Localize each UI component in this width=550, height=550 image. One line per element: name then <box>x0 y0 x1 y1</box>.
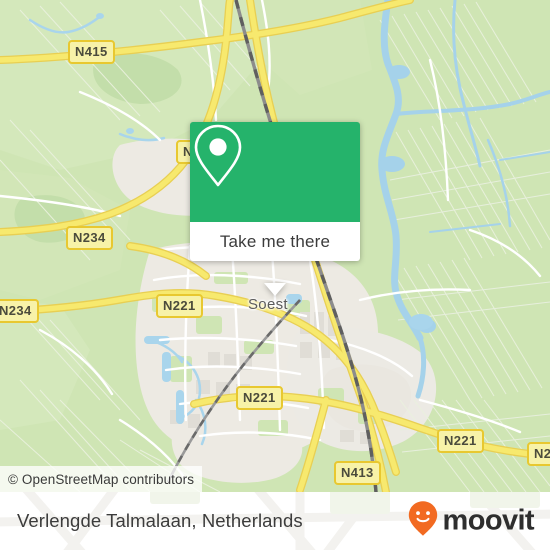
road-shield-n221-soest[interactable]: N221 <box>156 294 203 318</box>
road-shield-n221-east[interactable]: N221 <box>437 429 484 453</box>
bottom-bar: Verlengde Talmalaan, Netherlands moovit <box>0 492 550 550</box>
road-shield-n413[interactable]: N413 <box>334 461 381 485</box>
moovit-brand[interactable]: moovit <box>408 501 535 542</box>
road-shield-n234-upper[interactable]: N234 <box>66 226 113 250</box>
moovit-wordmark: moovit <box>442 504 535 537</box>
map-canvas[interactable]: Soest N415 N N234 N234 N221 N221 N413 N2… <box>0 0 550 492</box>
road-shield-n2-edge[interactable]: N2 <box>527 442 550 466</box>
road-shield-n234-left[interactable]: N234 <box>0 299 39 323</box>
map-attribution[interactable]: © OpenStreetMap contributors <box>0 466 203 492</box>
map-screenshot: Soest N415 N N234 N234 N221 N221 N413 N2… <box>0 0 550 550</box>
place-label-soest: Soest <box>248 296 288 313</box>
location-title: Verlengde Talmalaan, Netherlands <box>17 510 303 531</box>
callout-tail <box>264 283 286 296</box>
attribution-text: © OpenStreetMap contributors <box>8 471 195 487</box>
moovit-smiley-pin-icon <box>408 501 438 542</box>
take-me-there-button[interactable]: Take me there <box>190 222 360 261</box>
location-callout-card[interactable]: Take me there <box>190 122 360 296</box>
road-shield-n415[interactable]: N415 <box>68 40 115 64</box>
road-shield-n221-south[interactable]: N221 <box>236 386 283 410</box>
take-me-there-label: Take me there <box>219 231 331 251</box>
callout-icon-area <box>190 122 360 222</box>
